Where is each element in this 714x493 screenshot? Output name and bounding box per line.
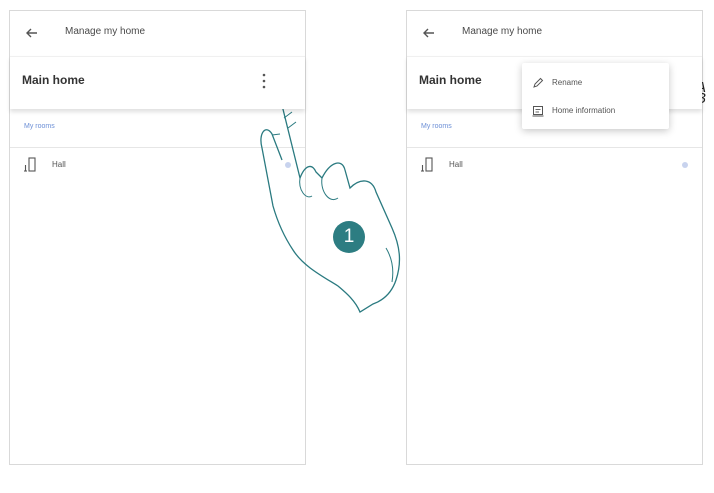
pencil-icon — [533, 77, 544, 88]
info-card-icon — [532, 106, 544, 117]
app-bar: Manage my home — [10, 11, 305, 56]
my-rooms-link[interactable]: My rooms — [421, 123, 452, 130]
room-row-hall[interactable]: Hall — [407, 148, 702, 182]
step-number-badge: 1 — [333, 221, 365, 253]
menu-item-home-information[interactable]: Home information — [522, 96, 669, 126]
menu-item-label: Rename — [552, 78, 583, 87]
home-name: Main home — [419, 73, 482, 87]
room-status-dot — [682, 162, 688, 168]
app-bar: Manage my home — [407, 11, 702, 56]
my-rooms-link[interactable]: My rooms — [24, 123, 55, 130]
menu-item-label: Home information — [552, 106, 616, 115]
page-title: Manage my home — [462, 26, 543, 37]
room-door-icon — [24, 157, 36, 172]
overflow-menu: Rename Home information — [522, 63, 669, 129]
back-arrow-icon[interactable] — [24, 25, 40, 41]
room-label: Hall — [52, 160, 66, 169]
kebab-menu-icon[interactable] — [261, 72, 267, 90]
page-title: Manage my home — [65, 26, 146, 37]
home-name: Main home — [22, 73, 85, 87]
phone-screen-after: Manage my home Main home My rooms Hall R… — [406, 10, 703, 465]
home-card: Main home — [10, 56, 305, 109]
room-label: Hall — [449, 160, 463, 169]
back-arrow-icon[interactable] — [421, 25, 437, 41]
menu-item-rename[interactable]: Rename — [522, 68, 669, 98]
room-door-icon — [421, 157, 433, 172]
